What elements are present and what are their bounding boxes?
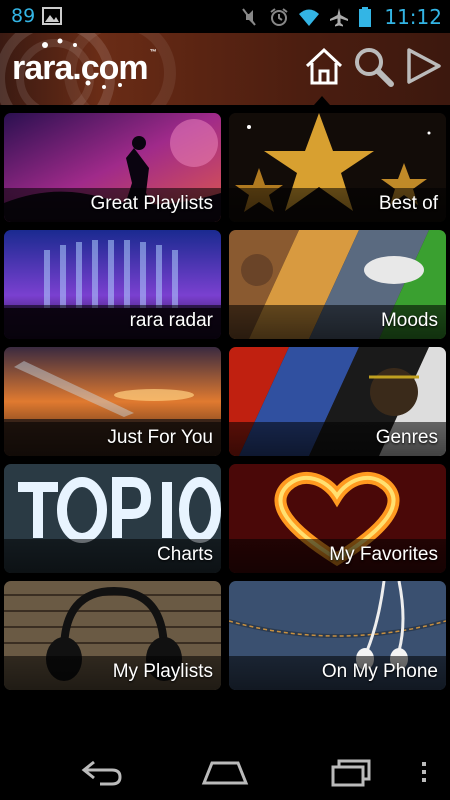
tile-label: On My Phone — [321, 661, 438, 682]
rara-logo: rara.com ™ — [12, 49, 157, 88]
status-icons: 11:12 — [238, 2, 442, 32]
home-button[interactable] — [301, 43, 347, 89]
play-icon — [407, 48, 441, 84]
tile-label: My Playlists — [112, 661, 213, 682]
recent-apps-button[interactable] — [325, 754, 377, 790]
app-header: rara.com ™ — [0, 33, 450, 105]
notification-count: 89 — [11, 5, 36, 27]
airplane-icon — [330, 8, 349, 27]
tile-label: My Favorites — [329, 544, 438, 565]
overflow-menu-icon — [422, 762, 426, 782]
tile-label: Moods — [380, 310, 438, 331]
home-selected-indicator — [314, 96, 330, 105]
tile-rara-radar[interactable]: rara radar — [4, 230, 221, 339]
alarm-icon — [270, 8, 288, 26]
back-icon — [81, 760, 122, 786]
home-icon — [305, 47, 343, 85]
home-nav-button[interactable] — [198, 754, 252, 790]
clock: 11:12 — [384, 5, 442, 29]
tile-label: rara radar — [129, 310, 213, 331]
home-icon — [201, 761, 249, 785]
tile-best-of[interactable]: Best of — [229, 113, 446, 222]
tile-label: Just For You — [107, 427, 213, 448]
search-icon — [355, 48, 394, 87]
now-playing-button[interactable] — [400, 43, 446, 89]
tile-my-playlists[interactable]: My Playlists — [4, 581, 221, 690]
recent-apps-icon — [331, 759, 371, 787]
image-icon — [42, 7, 62, 25]
tile-on-my-phone[interactable]: On My Phone — [229, 581, 446, 690]
tile-charts[interactable]: Charts — [4, 464, 221, 573]
wifi-icon — [299, 9, 320, 26]
tile-great-playlists[interactable]: Great Playlists — [4, 113, 221, 222]
tile-label: Genres — [375, 427, 438, 448]
tile-genres[interactable]: Genres — [229, 347, 446, 456]
battery-icon — [359, 7, 372, 27]
logo-text: rara.com — [12, 49, 149, 87]
tile-moods[interactable]: Moods — [229, 230, 446, 339]
logo-trademark: ™ — [149, 49, 157, 56]
tile-just-for-you[interactable]: Just For You — [4, 347, 221, 456]
back-button[interactable] — [76, 754, 128, 790]
tile-label: Best of — [378, 193, 438, 214]
overflow-menu-button[interactable] — [414, 754, 434, 790]
tile-label: Charts — [157, 544, 213, 565]
mute-icon — [242, 8, 257, 26]
system-nav-bar — [0, 744, 450, 800]
status-bar: 89 11:12 — [0, 0, 450, 33]
search-button[interactable] — [350, 43, 396, 89]
tile-my-favorites[interactable]: My Favorites — [229, 464, 446, 573]
tile-label: Great Playlists — [90, 193, 213, 214]
